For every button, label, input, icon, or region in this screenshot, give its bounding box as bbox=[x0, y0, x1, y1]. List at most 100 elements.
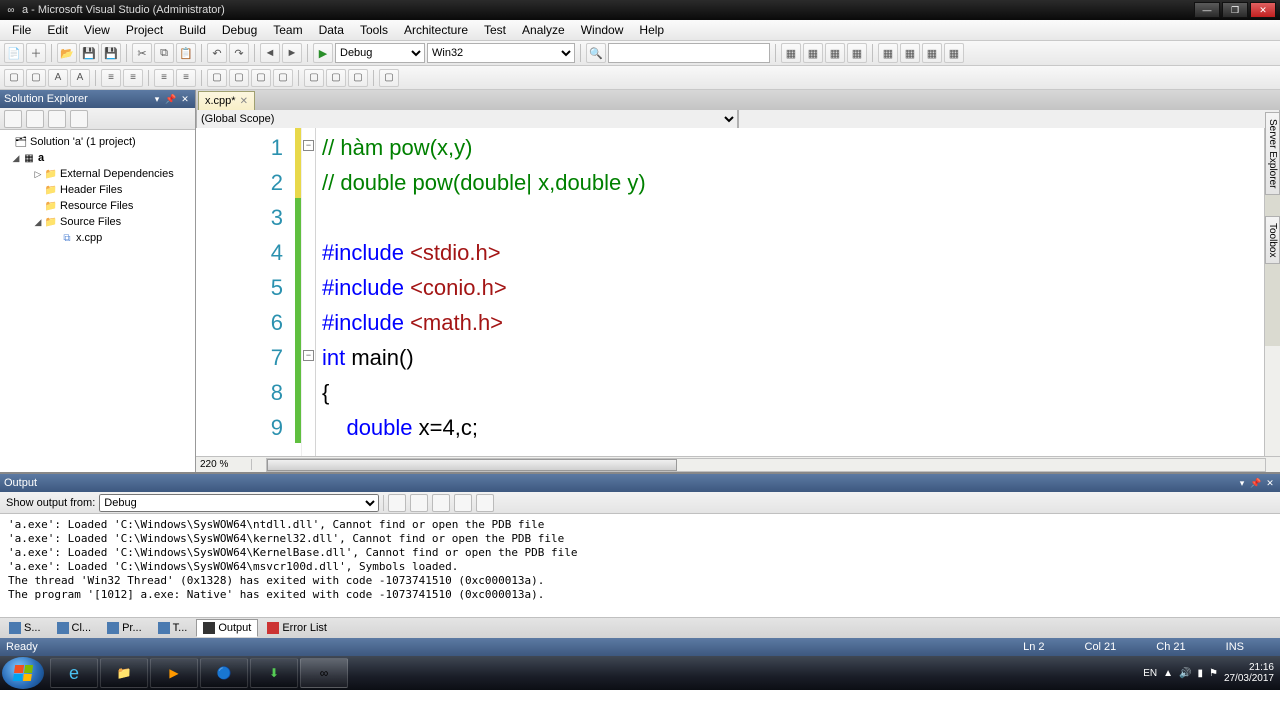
menu-view[interactable]: View bbox=[76, 21, 118, 39]
find-button[interactable]: 🔍 bbox=[586, 43, 606, 63]
folder-header[interactable]: Header Files bbox=[60, 184, 122, 196]
taskbar-wmp[interactable]: ▶ bbox=[150, 658, 198, 688]
tb2-15[interactable]: ▢ bbox=[348, 69, 368, 87]
start-debug-button[interactable]: ▶ bbox=[313, 43, 333, 63]
undo-button[interactable]: ↶ bbox=[207, 43, 227, 63]
bottom-tab-output[interactable]: Output bbox=[196, 619, 258, 637]
tb-btn-6[interactable]: ▦ bbox=[900, 43, 920, 63]
taskbar-explorer[interactable]: 📁 bbox=[100, 658, 148, 688]
taskbar-ie[interactable]: e bbox=[50, 658, 98, 688]
tray-network-icon[interactable]: ▮ bbox=[1197, 668, 1203, 679]
taskbar-idm[interactable]: ⬇ bbox=[250, 658, 298, 688]
toolbox-tab[interactable]: Toolbox bbox=[1265, 216, 1280, 264]
panel-dropdown-icon[interactable]: ▾ bbox=[151, 93, 163, 105]
folder-source[interactable]: Source Files bbox=[60, 216, 121, 228]
tray-lang[interactable]: EN bbox=[1143, 668, 1157, 679]
scope-select[interactable]: (Global Scope) bbox=[196, 110, 738, 128]
bottom-tab-pr[interactable]: Pr... bbox=[100, 619, 149, 637]
collapse-icon[interactable]: ◢ bbox=[32, 217, 44, 228]
close-button[interactable]: ✕ bbox=[1250, 2, 1276, 18]
bottom-tab-s[interactable]: S... bbox=[2, 619, 48, 637]
out-tb-3[interactable] bbox=[432, 494, 450, 512]
tb-btn-2[interactable]: ▦ bbox=[803, 43, 823, 63]
nav-fwd-button[interactable]: ► bbox=[282, 43, 302, 63]
fold-button[interactable]: − bbox=[303, 350, 314, 361]
indent-button[interactable]: ≡ bbox=[101, 69, 121, 87]
bottom-tab-errorlist[interactable]: Error List bbox=[260, 619, 334, 637]
system-tray[interactable]: EN ▲ 🔊 ▮ ⚑ 21:1627/03/2017 bbox=[1143, 662, 1278, 684]
tb-btn-3[interactable]: ▦ bbox=[825, 43, 845, 63]
sol-tb-1[interactable] bbox=[4, 110, 22, 128]
tray-clock[interactable]: 21:1627/03/2017 bbox=[1224, 662, 1274, 684]
menu-file[interactable]: File bbox=[4, 21, 39, 39]
out-tb-1[interactable] bbox=[388, 494, 406, 512]
tray-flag-icon[interactable]: ⚑ bbox=[1209, 668, 1218, 679]
sol-tb-4[interactable] bbox=[70, 110, 88, 128]
tab-close-icon[interactable]: ✕ bbox=[240, 96, 248, 107]
menu-test[interactable]: Test bbox=[476, 21, 514, 39]
redo-button[interactable]: ↷ bbox=[229, 43, 249, 63]
tb-btn-4[interactable]: ▦ bbox=[847, 43, 867, 63]
folder-resource[interactable]: Resource Files bbox=[60, 200, 133, 212]
zoom-level[interactable]: 220 % bbox=[196, 459, 252, 470]
save-button[interactable]: 💾 bbox=[79, 43, 99, 63]
panel-close-icon[interactable]: ✕ bbox=[1264, 478, 1276, 489]
add-item-button[interactable]: ＋ bbox=[26, 43, 46, 63]
sol-tb-2[interactable] bbox=[26, 110, 44, 128]
cut-button[interactable]: ✂ bbox=[132, 43, 152, 63]
maximize-button[interactable]: ❐ bbox=[1222, 2, 1248, 18]
expand-icon[interactable]: ▷ bbox=[32, 169, 44, 180]
bottom-tab-t[interactable]: T... bbox=[151, 619, 195, 637]
member-select[interactable] bbox=[738, 110, 1280, 128]
new-project-button[interactable]: 📄 bbox=[4, 43, 24, 63]
config-select[interactable]: Debug bbox=[335, 43, 425, 63]
tb2-4[interactable]: A bbox=[70, 69, 90, 87]
tb2-11[interactable]: ▢ bbox=[251, 69, 271, 87]
out-tb-2[interactable] bbox=[410, 494, 428, 512]
tb2-14[interactable]: ▢ bbox=[326, 69, 346, 87]
output-source-select[interactable]: Debug bbox=[99, 494, 379, 512]
find-input[interactable] bbox=[608, 43, 770, 63]
out-tb-4[interactable] bbox=[454, 494, 472, 512]
copy-button[interactable]: ⧉ bbox=[154, 43, 174, 63]
comment-button[interactable]: ≡ bbox=[154, 69, 174, 87]
tb2-16[interactable]: ▢ bbox=[379, 69, 399, 87]
tb-btn-5[interactable]: ▦ bbox=[878, 43, 898, 63]
panel-close-icon[interactable]: ✕ bbox=[179, 93, 191, 105]
save-all-button[interactable]: 💾 bbox=[101, 43, 121, 63]
tb-btn-1[interactable]: ▦ bbox=[781, 43, 801, 63]
project-node[interactable]: a bbox=[38, 152, 44, 164]
solution-node[interactable]: Solution 'a' (1 project) bbox=[30, 136, 136, 148]
start-button[interactable] bbox=[2, 657, 44, 689]
tab-xcpp[interactable]: x.cpp* ✕ bbox=[198, 91, 255, 110]
minimize-button[interactable]: — bbox=[1194, 2, 1220, 18]
out-tb-5[interactable] bbox=[476, 494, 494, 512]
expand-icon[interactable]: ◢ bbox=[10, 153, 22, 164]
tb2-1[interactable]: ▢ bbox=[4, 69, 24, 87]
menu-edit[interactable]: Edit bbox=[39, 21, 76, 39]
uncomment-button[interactable]: ≡ bbox=[176, 69, 196, 87]
panel-pin-icon[interactable]: 📌 bbox=[165, 93, 177, 105]
menu-team[interactable]: Team bbox=[265, 21, 310, 39]
outdent-button[interactable]: ≡ bbox=[123, 69, 143, 87]
menu-data[interactable]: Data bbox=[311, 21, 352, 39]
code-text[interactable]: // hàm pow(x,y) // double pow(double| x,… bbox=[316, 128, 1264, 472]
folder-external[interactable]: External Dependencies bbox=[60, 168, 174, 180]
tb-btn-7[interactable]: ▦ bbox=[922, 43, 942, 63]
menu-help[interactable]: Help bbox=[631, 21, 672, 39]
taskbar-vs[interactable]: ∞ bbox=[300, 658, 348, 688]
paste-button[interactable]: 📋 bbox=[176, 43, 196, 63]
taskbar-chrome[interactable]: 🔵 bbox=[200, 658, 248, 688]
panel-pin-icon[interactable]: 📌 bbox=[1250, 478, 1262, 489]
server-explorer-tab[interactable]: Server Explorer bbox=[1265, 112, 1280, 195]
bottom-tab-cl[interactable]: Cl... bbox=[50, 619, 99, 637]
fold-column[interactable]: − − bbox=[301, 128, 315, 472]
menu-architecture[interactable]: Architecture bbox=[396, 21, 476, 39]
tb2-9[interactable]: ▢ bbox=[207, 69, 227, 87]
menu-tools[interactable]: Tools bbox=[352, 21, 396, 39]
fold-button[interactable]: − bbox=[303, 140, 314, 151]
tray-up-icon[interactable]: ▲ bbox=[1163, 668, 1173, 679]
code-area[interactable]: 123456789 − − // hàm pow(x,y) // double … bbox=[196, 128, 1280, 472]
menu-analyze[interactable]: Analyze bbox=[514, 21, 573, 39]
menu-window[interactable]: Window bbox=[573, 21, 632, 39]
